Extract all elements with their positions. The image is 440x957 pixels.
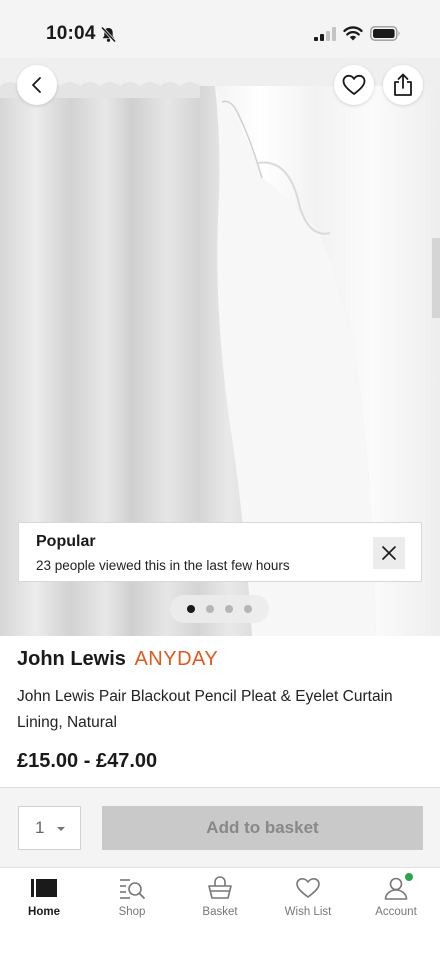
pager-dot[interactable] <box>225 605 233 613</box>
home-icon <box>30 875 58 901</box>
tab-label: Basket <box>202 906 238 918</box>
tab-home[interactable]: Home <box>0 868 88 928</box>
notification-badge <box>405 873 413 881</box>
tab-label: Shop <box>118 906 146 918</box>
pager-dot[interactable] <box>206 605 214 613</box>
image-pager[interactable] <box>170 595 269 623</box>
close-icon <box>382 546 396 560</box>
status-bar: 10:04 <box>0 0 440 58</box>
share-button[interactable] <box>383 65 423 105</box>
product-title: John Lewis Pair Blackout Pencil Pleat & … <box>17 688 393 731</box>
brand-range-tag: ANYDAY <box>134 648 219 670</box>
add-to-wishlist-button[interactable] <box>334 65 374 105</box>
chevron-down-icon <box>57 827 65 831</box>
pager-dot[interactable] <box>244 605 252 613</box>
tab-basket[interactable]: Basket <box>176 868 264 928</box>
account-icon <box>382 873 413 901</box>
brand-name: John Lewis <box>17 648 126 670</box>
status-time: 10:04 <box>46 23 96 44</box>
shop-search-icon <box>118 875 146 901</box>
brand-line: John Lewis ANYDAY <box>17 648 218 671</box>
quantity-value: 1 <box>35 818 45 837</box>
tab-wish-list[interactable]: Wish List <box>264 868 352 928</box>
tab-label: Wish List <box>284 906 332 918</box>
basket-icon <box>206 875 234 901</box>
heart-icon <box>294 875 322 901</box>
tab-label: Home <box>28 906 60 918</box>
product-price: £15.00 - £47.00 <box>17 750 158 772</box>
popular-banner-title: Popular <box>36 533 96 550</box>
product-image-gallery[interactable]: Popular 23 people viewed this in the las… <box>0 58 440 636</box>
signal-icon <box>314 27 336 41</box>
bell-muted-icon <box>100 26 117 43</box>
chevron-left-icon <box>32 77 41 93</box>
bottom-tab-bar: Home Shop Basket Wish List Account <box>0 867 440 957</box>
popular-banner: Popular 23 people viewed this in the las… <box>18 522 422 582</box>
heart-icon <box>342 74 366 95</box>
tab-shop[interactable]: Shop <box>88 868 176 928</box>
close-banner-button[interactable] <box>373 537 405 569</box>
battery-icon <box>370 26 400 41</box>
add-to-basket-button[interactable]: Add to basket <box>102 806 423 850</box>
tab-account[interactable]: Account <box>352 868 440 928</box>
add-to-basket-bar: 1 Add to basket <box>0 787 440 867</box>
pager-dot[interactable] <box>187 605 195 613</box>
tab-label: Account <box>375 906 417 918</box>
quantity-select[interactable]: 1 <box>18 806 81 850</box>
share-icon <box>394 73 412 96</box>
back-button[interactable] <box>17 65 57 105</box>
popular-banner-message: 23 people viewed this in the last few ho… <box>36 558 290 573</box>
wifi-icon <box>343 26 363 41</box>
